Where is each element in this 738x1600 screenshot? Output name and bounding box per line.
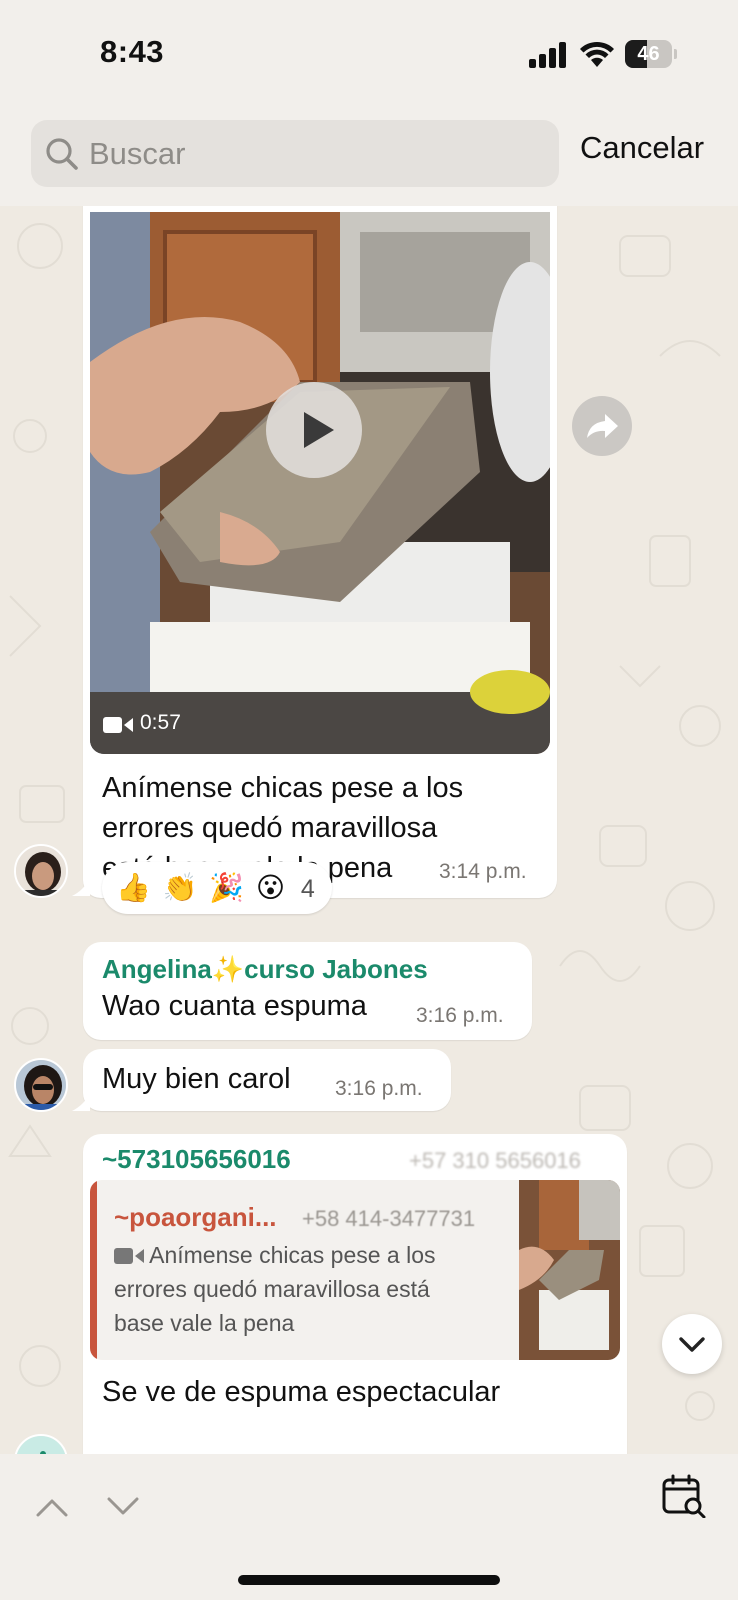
sender-name[interactable]: Angelina✨curso Jabones [102, 954, 428, 985]
sender-phone: +57 310 5656016 [409, 1148, 581, 1173]
quoted-video-thumbnail [519, 1180, 620, 1360]
quote-accent-bar [90, 1180, 97, 1360]
forward-button[interactable] [572, 396, 632, 456]
message-text-line: errores quedó maravillosa [102, 812, 438, 844]
reaction-emojis: 👍 👏 🎉 😮 [116, 872, 288, 903]
quoted-text-line: Anímense chicas pese a los [149, 1242, 436, 1268]
reply-message-bubble[interactable]: ~573105656016 +57 310 5656016 ~poaorgani… [83, 1134, 627, 1454]
video-thumbnail[interactable] [90, 212, 550, 754]
quoted-sender-phone: +58 414-3477731 [302, 1206, 476, 1231]
quoted-text-line: errores quedó maravillosa está [114, 1276, 430, 1302]
battery-percentage: 46 [637, 43, 660, 65]
play-button[interactable] [266, 382, 362, 478]
avatar[interactable] [14, 844, 68, 898]
reaction-count: 4 [300, 875, 317, 903]
cancel-button[interactable]: Cancelar [580, 130, 704, 166]
calendar-search-icon[interactable] [662, 1474, 706, 1518]
cellular-signal-icon [529, 42, 566, 68]
status-bar: 8:43 46 [0, 0, 738, 108]
chat-area[interactable]: 0:57 Anímense chicas pese a los errores … [0, 206, 738, 1454]
message-text: Se ve de espuma espectacular [102, 1376, 501, 1408]
avatar[interactable] [14, 1058, 68, 1112]
previous-result-button[interactable] [35, 1496, 69, 1518]
video-camera-icon [114, 1248, 144, 1264]
next-result-button[interactable] [106, 1496, 140, 1518]
message-text: Muy bien carol [102, 1063, 291, 1095]
video-message-bubble[interactable]: 0:57 Anímense chicas pese a los errores … [83, 206, 557, 898]
quoted-sender-name: ~poaorgani... [114, 1202, 277, 1232]
search-input[interactable] [89, 120, 549, 187]
message-time: 3:16 p.m. [335, 1077, 423, 1100]
status-time: 8:43 [100, 34, 165, 69]
video-duration: 0:57 [140, 711, 181, 734]
quoted-message[interactable]: ~poaorgani... +58 414-3477731 Anímense c… [90, 1180, 620, 1360]
sender-name[interactable]: ~573105656016 [102, 1144, 291, 1175]
message-bubble[interactable]: Angelina✨curso Jabones Wao cuanta espuma… [83, 942, 532, 1040]
search-bar: Cancelar [0, 108, 738, 206]
wifi-icon [580, 41, 614, 67]
message-text: Wao cuanta espuma [102, 990, 367, 1022]
reactions[interactable]: 👍 👏 🎉 😮 4 [102, 862, 332, 914]
search-icon [46, 138, 78, 170]
scroll-to-bottom-button[interactable] [662, 1314, 722, 1374]
quoted-text-line: base vale la pena [114, 1310, 295, 1336]
chevron-down-icon [679, 1337, 705, 1352]
bubble-tail [72, 878, 90, 896]
forward-icon [587, 414, 618, 438]
video-camera-icon [103, 717, 133, 733]
search-field[interactable] [31, 120, 559, 187]
message-text-line: Anímense chicas pese a los [102, 772, 464, 804]
quoted-text: Anímense chicas pese a los errores quedó… [114, 1238, 494, 1340]
message-time: 3:14 p.m. [439, 860, 527, 883]
message-time: 3:16 p.m. [416, 1004, 504, 1027]
home-indicator [238, 1575, 500, 1585]
message-bubble[interactable]: Muy bien carol 3:16 p.m. [83, 1049, 451, 1111]
play-icon [304, 412, 334, 448]
battery-icon: 46 [625, 40, 677, 68]
bubble-tail [72, 1093, 90, 1111]
